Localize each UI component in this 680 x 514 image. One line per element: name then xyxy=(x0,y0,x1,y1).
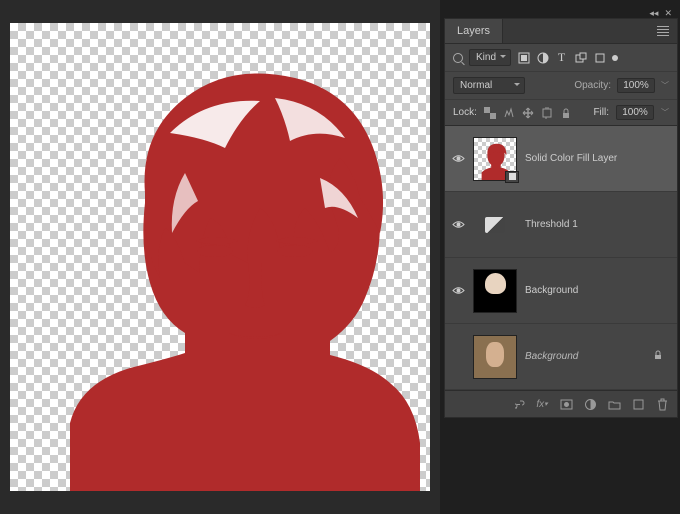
lock-transparency-icon[interactable] xyxy=(484,107,496,119)
lock-all-icon[interactable] xyxy=(560,107,572,119)
fill-field[interactable]: 100% xyxy=(616,105,654,120)
opacity-field[interactable]: 100% xyxy=(617,78,655,93)
mask-link-icon xyxy=(505,171,519,183)
link-layers-icon[interactable] xyxy=(511,397,525,411)
chevron-down-icon[interactable]: ﹀ xyxy=(661,107,669,118)
new-layer-icon[interactable] xyxy=(631,397,645,411)
lock-image-icon[interactable] xyxy=(503,107,515,119)
lock-label: Lock: xyxy=(453,107,477,118)
blend-opacity-row: Normal Opacity: 100% ﹀ xyxy=(445,72,677,100)
layer-thumbnail[interactable] xyxy=(473,335,517,379)
document-canvas[interactable] xyxy=(10,23,430,491)
layers-list: Solid Color Fill Layer Threshold 1 Backgro… xyxy=(445,126,677,390)
lock-fill-row: Lock: Fill: 100% ﹀ xyxy=(445,100,677,126)
layers-panel-container: ◂◂ ✕ Layers Kind T Normal Opacity: 100% … xyxy=(444,8,678,418)
layer-mask-icon[interactable] xyxy=(559,397,573,411)
filter-kind-dropdown[interactable]: Kind xyxy=(469,49,511,66)
lock-position-icon[interactable] xyxy=(522,107,534,119)
panel-menu-icon[interactable] xyxy=(657,26,669,36)
filter-type-icon[interactable]: T xyxy=(555,51,568,64)
layer-fx-icon[interactable]: fx▾ xyxy=(535,397,549,411)
panel-tab-bar: Layers xyxy=(445,19,677,44)
group-icon[interactable] xyxy=(607,397,621,411)
blend-mode-dropdown[interactable]: Normal xyxy=(453,77,525,94)
layer-thumbnail[interactable] xyxy=(473,137,517,181)
adjustment-layer-icon[interactable] xyxy=(583,397,597,411)
layer-row[interactable]: Background xyxy=(445,324,677,390)
layer-row[interactable]: Background xyxy=(445,258,677,324)
document-workspace xyxy=(0,0,440,514)
layers-panel-footer: fx▾ xyxy=(445,390,677,417)
chevron-down-icon[interactable]: ﹀ xyxy=(661,80,669,91)
fill-label: Fill: xyxy=(593,107,609,118)
filter-pixel-icon[interactable] xyxy=(517,51,530,64)
layer-row[interactable]: Threshold 1 xyxy=(445,192,677,258)
filter-shape-icon[interactable] xyxy=(574,51,587,64)
layer-name[interactable]: Background xyxy=(525,351,645,362)
panel-close-icon[interactable]: ✕ xyxy=(664,8,672,19)
tab-layers[interactable]: Layers xyxy=(445,19,503,43)
search-icon xyxy=(453,53,463,63)
filter-smart-icon[interactable] xyxy=(593,51,606,64)
layer-filter-row: Kind T xyxy=(445,44,677,72)
layer-row[interactable]: Solid Color Fill Layer xyxy=(445,126,677,192)
lock-icon[interactable] xyxy=(653,350,665,363)
filter-toggle-icon[interactable] xyxy=(612,55,618,61)
layer-thumbnail[interactable] xyxy=(473,269,517,313)
canvas-artwork xyxy=(10,23,430,491)
visibility-toggle-icon[interactable] xyxy=(451,152,465,165)
layers-panel: Layers Kind T Normal Opacity: 100% ﹀ Loc… xyxy=(444,18,678,418)
layer-name[interactable]: Solid Color Fill Layer xyxy=(525,153,671,164)
visibility-toggle-icon[interactable] xyxy=(451,284,465,297)
delete-layer-icon[interactable] xyxy=(655,397,669,411)
visibility-toggle-icon[interactable] xyxy=(451,218,465,231)
opacity-label: Opacity: xyxy=(574,80,611,91)
filter-adjustment-icon[interactable] xyxy=(536,51,549,64)
layer-thumbnail[interactable] xyxy=(473,203,517,247)
layer-name[interactable]: Background xyxy=(525,285,671,296)
panel-collapse-icon[interactable]: ◂◂ xyxy=(649,8,658,19)
layer-name[interactable]: Threshold 1 xyxy=(525,219,671,230)
lock-artboard-icon[interactable] xyxy=(541,107,553,119)
